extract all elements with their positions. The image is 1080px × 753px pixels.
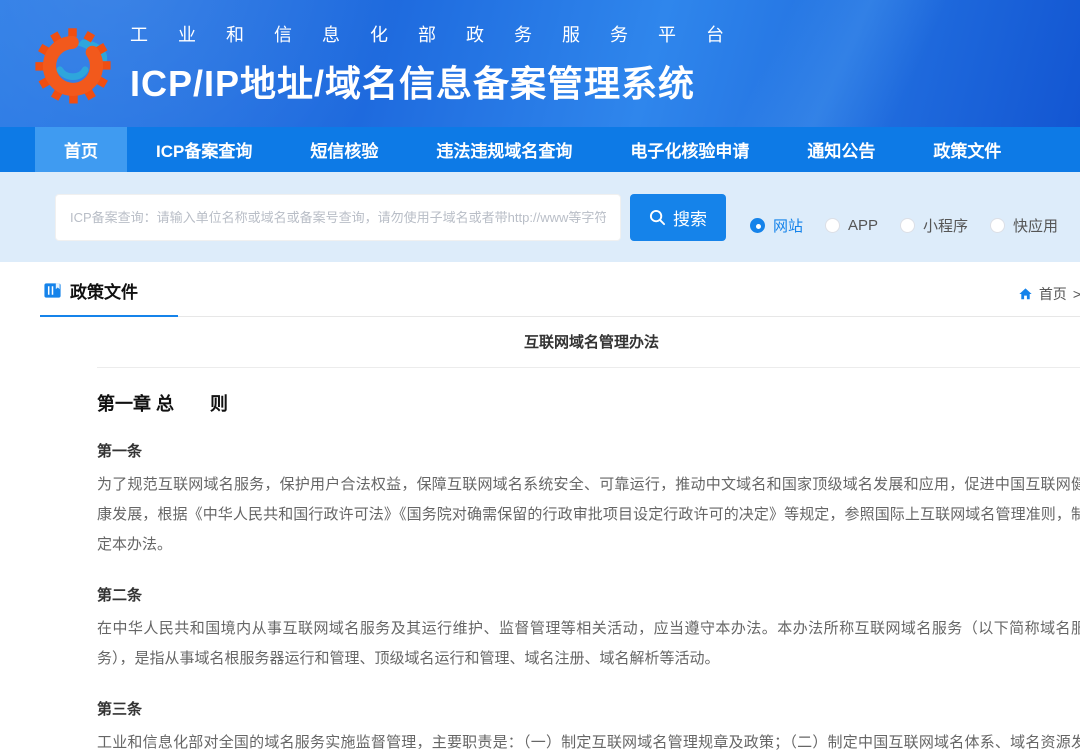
site-header: 工业和信息化部政务服务平台 ICP/IP地址/域名信息备案管理系统 bbox=[0, 0, 1080, 127]
main-nav: 首页 ICP备案查询 短信核验 违法违规域名查询 电子化核验申请 通知公告 政策… bbox=[0, 127, 1080, 172]
law-article-1: 第一条 为了规范互联网域名服务，保护用户合法权益，保障互联网域名系统安全、可靠运… bbox=[97, 440, 1080, 560]
home-icon bbox=[1018, 287, 1033, 301]
nav-item-notices[interactable]: 通知公告 bbox=[778, 127, 904, 172]
nav-item-illegal-domain-query[interactable]: 违法违规域名查询 bbox=[407, 127, 601, 172]
breadcrumb-home-link[interactable]: 首页 bbox=[1039, 284, 1067, 304]
law-article-heading: 第二条 bbox=[97, 584, 1080, 605]
radio-option-app[interactable]: APP bbox=[825, 217, 878, 234]
book-icon bbox=[43, 281, 62, 300]
radio-option-website[interactable]: 网站 bbox=[750, 215, 803, 236]
law-article-3: 第三条 工业和信息化部对全国的域名服务实施监督管理，主要职责是：（一）制定互联网… bbox=[97, 698, 1080, 753]
article-title: 互联网域名管理办法 bbox=[97, 317, 1080, 368]
nav-item-e-verify-apply[interactable]: 电子化核验申请 bbox=[601, 127, 778, 172]
radio-unselected-icon bbox=[825, 218, 840, 233]
radio-option-quickapp[interactable]: 快应用 bbox=[990, 215, 1058, 236]
miit-logo-icon bbox=[26, 16, 120, 112]
law-article-body: 工业和信息化部对全国的域名服务实施监督管理，主要职责是：（一）制定互联网域名管理… bbox=[97, 728, 1080, 753]
system-title: ICP/IP地址/域名信息备案管理系统 bbox=[130, 55, 754, 107]
policy-content: 政策文件 首页 > 政策文件 互联网域名管理办法 第一章 总 则 第一条 为了规… bbox=[40, 262, 1080, 753]
nav-item-policy-files[interactable]: 政策文件 bbox=[904, 127, 1030, 172]
radio-unselected-icon bbox=[900, 218, 915, 233]
icp-search-input[interactable] bbox=[55, 194, 621, 241]
radio-option-miniprogram[interactable]: 小程序 bbox=[900, 215, 968, 236]
law-article-2: 第二条 在中华人民共和国境内从事互联网域名服务及其运行维护、监督管理等相关活动，… bbox=[97, 584, 1080, 674]
search-icon bbox=[649, 209, 666, 226]
law-article-body: 为了规范互联网域名服务，保护用户合法权益，保障互联网域名系统安全、可靠运行，推动… bbox=[97, 470, 1080, 560]
search-type-radio-group: 网站 APP 小程序 快应用 bbox=[750, 215, 1080, 236]
search-band: 搜索 网站 APP 小程序 快应用 bbox=[0, 172, 1080, 262]
nav-item-icp-query[interactable]: ICP备案查询 bbox=[127, 127, 281, 172]
law-article-heading: 第三条 bbox=[97, 698, 1080, 719]
law-article-body: 在中华人民共和国境内从事互联网域名服务及其运行维护、监督管理等相关活动，应当遵守… bbox=[97, 614, 1080, 674]
radio-selected-icon bbox=[750, 218, 765, 233]
chapter-title: 第一章 总 则 bbox=[97, 390, 1080, 416]
section-title: 政策文件 bbox=[70, 278, 138, 303]
law-document: 互联网域名管理办法 第一章 总 则 第一条 为了规范互联网域名服务，保护用户合法… bbox=[40, 317, 1080, 753]
tab-policy-files[interactable]: 政策文件 bbox=[40, 278, 178, 317]
law-article-heading: 第一条 bbox=[97, 440, 1080, 461]
search-button-label: 搜索 bbox=[673, 205, 707, 230]
search-button[interactable]: 搜索 bbox=[630, 194, 726, 241]
nav-item-sms-verify[interactable]: 短信核验 bbox=[281, 127, 407, 172]
breadcrumb-separator: > bbox=[1073, 286, 1080, 302]
nav-item-home[interactable]: 首页 bbox=[35, 127, 127, 172]
radio-unselected-icon bbox=[990, 218, 1005, 233]
platform-name: 工业和信息化部政务服务平台 bbox=[130, 21, 754, 47]
breadcrumb: 首页 > 政策文件 bbox=[1018, 284, 1080, 316]
section-head: 政策文件 首页 > 政策文件 bbox=[40, 262, 1080, 317]
